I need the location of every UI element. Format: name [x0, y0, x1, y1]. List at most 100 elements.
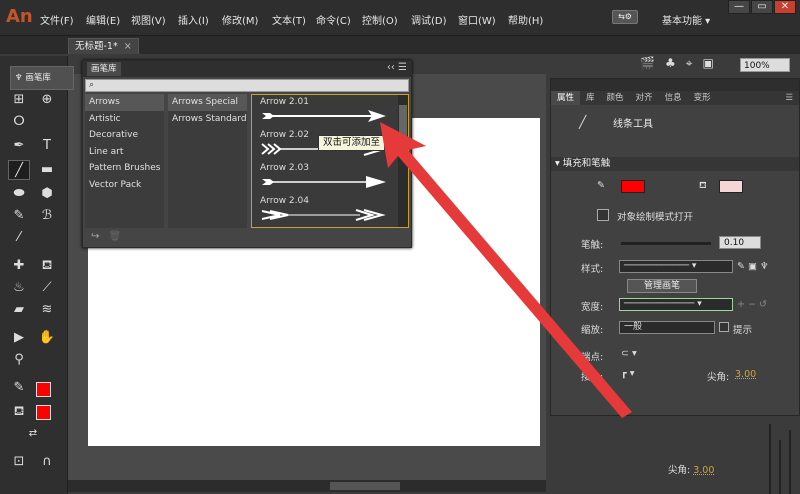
snap-icon[interactable]: ⊡: [8, 452, 30, 472]
tab-info[interactable]: 信息: [659, 91, 688, 105]
tab-align[interactable]: 对齐: [630, 91, 659, 105]
brush-item[interactable]: Arrow 2.04: [252, 194, 408, 227]
tab-transform[interactable]: 变形: [688, 91, 717, 105]
scale-select[interactable]: 一般: [619, 321, 715, 334]
ink-bottle-icon[interactable]: ♨: [8, 278, 30, 298]
menu-file[interactable]: 文件(F): [40, 12, 74, 27]
paint-bucket-icon[interactable]: ⛾: [36, 256, 58, 276]
category-vector-pack[interactable]: Vector Pack: [85, 177, 164, 194]
edit-style-icon[interactable]: ✎ ▣ ♆: [737, 261, 769, 272]
sync-settings-button[interactable]: ⇆⚙: [612, 10, 638, 24]
magnet-icon[interactable]: ∩: [36, 452, 58, 472]
collapse-panel-icon[interactable]: ‹‹: [387, 62, 395, 73]
zoom-select[interactable]: 100%: [740, 58, 790, 72]
menu-help[interactable]: 帮助(H): [508, 12, 543, 27]
minimize-button[interactable]: —: [728, 0, 750, 14]
workspace-switcher[interactable]: 基本功能 ▾: [662, 12, 710, 27]
menu-debug[interactable]: 调试(D): [411, 12, 447, 27]
tab-library[interactable]: 库: [580, 91, 601, 105]
object-draw-toggle[interactable]: [597, 209, 609, 221]
document-tab[interactable]: 无标题-1* ×: [68, 38, 139, 54]
stroke-color-swatch[interactable]: [36, 382, 51, 397]
search-icon: ⌕: [89, 80, 95, 90]
free-transform-icon[interactable]: ⊞: [8, 90, 30, 110]
category-line-art[interactable]: Line art: [85, 144, 164, 161]
3d-rotation-icon[interactable]: ⊕: [36, 90, 58, 110]
restore-button[interactable]: ▭: [751, 0, 773, 14]
zoom-icon[interactable]: ⚲: [8, 350, 30, 370]
brush-library-tab[interactable]: ♆ 画笔库: [10, 66, 74, 90]
menu-edit[interactable]: 编辑(E): [86, 12, 120, 27]
clip-icon[interactable]: ▣: [702, 56, 713, 71]
panel-menu-icon[interactable]: ☰: [779, 91, 799, 105]
menu-modify[interactable]: 修改(M): [222, 12, 258, 27]
category-arrows[interactable]: Arrows: [85, 94, 164, 111]
tab-color[interactable]: 颜色: [601, 91, 630, 105]
fill-stroke-section[interactable]: ▾ 填充和笔触: [551, 157, 799, 171]
subcategory-arrows-special[interactable]: Arrows Special: [168, 94, 247, 111]
style-select[interactable]: ──────────── ▾: [619, 260, 733, 273]
brush-icon[interactable]: ⁄: [8, 228, 30, 248]
brush-item[interactable]: Arrow 2.01: [252, 95, 408, 128]
fill-color-chip[interactable]: [719, 180, 743, 193]
eyedropper-icon[interactable]: ⟋: [36, 278, 58, 298]
brush-search-input[interactable]: ⌕: [85, 79, 409, 92]
category-list: Arrows Artistic Decorative Line art Patt…: [85, 94, 164, 228]
tab-properties[interactable]: 属性: [551, 91, 581, 105]
camera-icon[interactable]: ▶: [8, 328, 30, 348]
delete-icon[interactable]: 🗑: [109, 231, 122, 242]
pen-icon[interactable]: ✒: [8, 136, 30, 156]
stroke-value-field[interactable]: 0.10: [719, 236, 761, 249]
text-tool-icon[interactable]: T: [36, 136, 58, 156]
add-brush-icon[interactable]: ↪: [91, 231, 99, 242]
horizontal-scrollbar[interactable]: [68, 480, 546, 492]
join-select[interactable]: ┏ ▾: [621, 368, 635, 379]
brush-list-scrollbar[interactable]: [398, 95, 408, 227]
miter-value[interactable]: 3.00: [735, 369, 756, 380]
eraser-icon[interactable]: ▰: [8, 300, 30, 320]
menu-window[interactable]: 窗口(W): [458, 12, 496, 27]
clapper-icon[interactable]: 🎬: [640, 56, 655, 71]
oval-icon[interactable]: ⬬: [8, 184, 30, 204]
stroke-color-pencil-icon: ✎: [13, 380, 25, 395]
brush-library-icon: ♆: [15, 73, 23, 83]
category-decorative[interactable]: Decorative: [85, 127, 164, 144]
brush-item[interactable]: Arrow 2.03: [252, 161, 408, 194]
stroke-color-chip[interactable]: [621, 180, 645, 193]
hint-checkbox[interactable]: [719, 322, 729, 332]
center-stage-icon[interactable]: ⌖: [686, 56, 693, 71]
menu-bar: An 文件(F) 编辑(E) 视图(V) 插入(I) 修改(M) 文本(T) 命…: [0, 0, 800, 36]
symbol-icon[interactable]: ♣: [665, 56, 676, 71]
brush-name: Arrow 2.02: [260, 130, 309, 140]
cap-select[interactable]: ⊂ ▾: [621, 348, 637, 359]
subcategory-arrows-standard[interactable]: Arrows Standard: [168, 111, 247, 128]
manage-brushes-button[interactable]: 管理画笔: [627, 279, 697, 293]
menu-text[interactable]: 文本(T): [272, 12, 306, 27]
stroke-slider[interactable]: [621, 242, 711, 245]
polystar-icon[interactable]: ⬢: [36, 184, 58, 204]
panel-menu-icon[interactable]: ☰: [398, 62, 407, 73]
width-tool-icon[interactable]: ≋: [36, 300, 58, 320]
pencil-icon[interactable]: ✎: [8, 206, 30, 226]
rectangle-icon[interactable]: ▬: [36, 160, 58, 180]
width-profile-icons[interactable]: + − ↺: [737, 299, 767, 310]
hand-icon[interactable]: ✋: [36, 328, 58, 348]
bone-icon[interactable]: ✚: [8, 256, 30, 276]
category-artistic[interactable]: Artistic: [85, 111, 164, 128]
category-pattern-brushes[interactable]: Pattern Brushes: [85, 160, 164, 177]
close-tab-icon[interactable]: ×: [124, 41, 132, 52]
lasso-icon[interactable]: ⵔ: [8, 112, 30, 132]
menu-view[interactable]: 视图(V): [131, 12, 166, 27]
menu-insert[interactable]: 插入(I): [178, 12, 209, 27]
paint-brush-icon[interactable]: ℬ: [36, 206, 58, 226]
hint-label: 提示: [733, 325, 753, 336]
swap-colors-icon[interactable]: ⇄: [22, 424, 44, 444]
line-tool-icon[interactable]: ╱: [8, 160, 30, 180]
menu-control[interactable]: 控制(O): [362, 12, 398, 27]
width-profile-select[interactable]: ───────────── ▾: [619, 298, 733, 311]
menu-commands[interactable]: 命令(C): [316, 12, 351, 27]
brush-name: Arrow 2.04: [260, 196, 309, 206]
brush-preview-list: Arrow 2.01 Arrow 2.02 Arrow 2.03 Arrow 2…: [251, 94, 409, 228]
fill-color-swatch[interactable]: [36, 405, 51, 420]
close-button[interactable]: ✕: [774, 0, 796, 14]
